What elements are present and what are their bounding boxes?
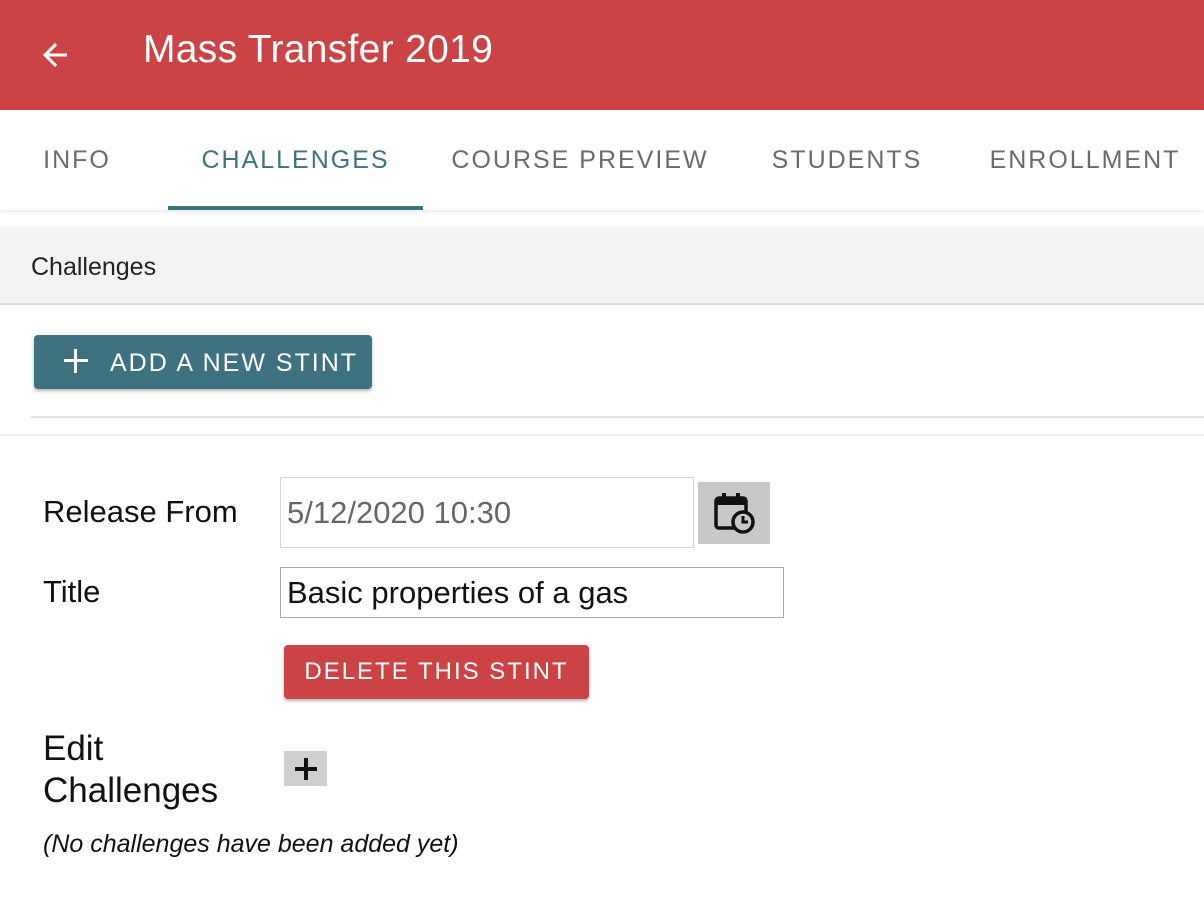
tab-course-preview[interactable]: COURSE PREVIEW bbox=[440, 110, 720, 210]
title-label: Title bbox=[43, 574, 101, 609]
divider bbox=[31, 416, 1204, 418]
empty-challenges-note: (No challenges have been added yet) bbox=[43, 830, 459, 858]
tab-info[interactable]: INFO bbox=[0, 110, 154, 210]
back-button[interactable] bbox=[30, 30, 80, 80]
divider bbox=[0, 434, 1204, 436]
calendar-clock-icon bbox=[714, 493, 755, 534]
plus-icon bbox=[62, 347, 90, 375]
tab-bar: INFO CHALLENGES COURSE PREVIEW STUDENTS … bbox=[0, 110, 1204, 210]
tab-enrollment[interactable]: ENROLLMENT bbox=[972, 110, 1198, 210]
tab-students[interactable]: STUDENTS bbox=[756, 110, 938, 210]
release-from-input[interactable] bbox=[280, 477, 694, 548]
plus-icon bbox=[294, 757, 317, 780]
section-header: Challenges bbox=[0, 226, 1204, 305]
add-new-stint-label: ADD A NEW STINT bbox=[110, 349, 359, 377]
arrow-left-icon bbox=[43, 43, 67, 67]
tab-challenges[interactable]: CHALLENGES bbox=[168, 110, 423, 210]
title-input[interactable] bbox=[280, 567, 784, 618]
edit-challenges-label: Edit Challenges bbox=[43, 729, 219, 810]
add-new-stint-button[interactable]: ADD A NEW STINT bbox=[34, 335, 372, 389]
section-title: Challenges bbox=[31, 253, 157, 281]
delete-stint-button[interactable]: DELETE THIS STINT bbox=[284, 645, 589, 699]
add-challenge-button[interactable] bbox=[284, 751, 327, 786]
page-title: Mass Transfer 2019 bbox=[143, 28, 494, 71]
active-tab-indicator bbox=[168, 206, 423, 210]
release-from-label: Release From bbox=[43, 494, 238, 529]
date-picker-button[interactable] bbox=[698, 482, 770, 544]
app-bar: Mass Transfer 2019 bbox=[0, 0, 1204, 110]
